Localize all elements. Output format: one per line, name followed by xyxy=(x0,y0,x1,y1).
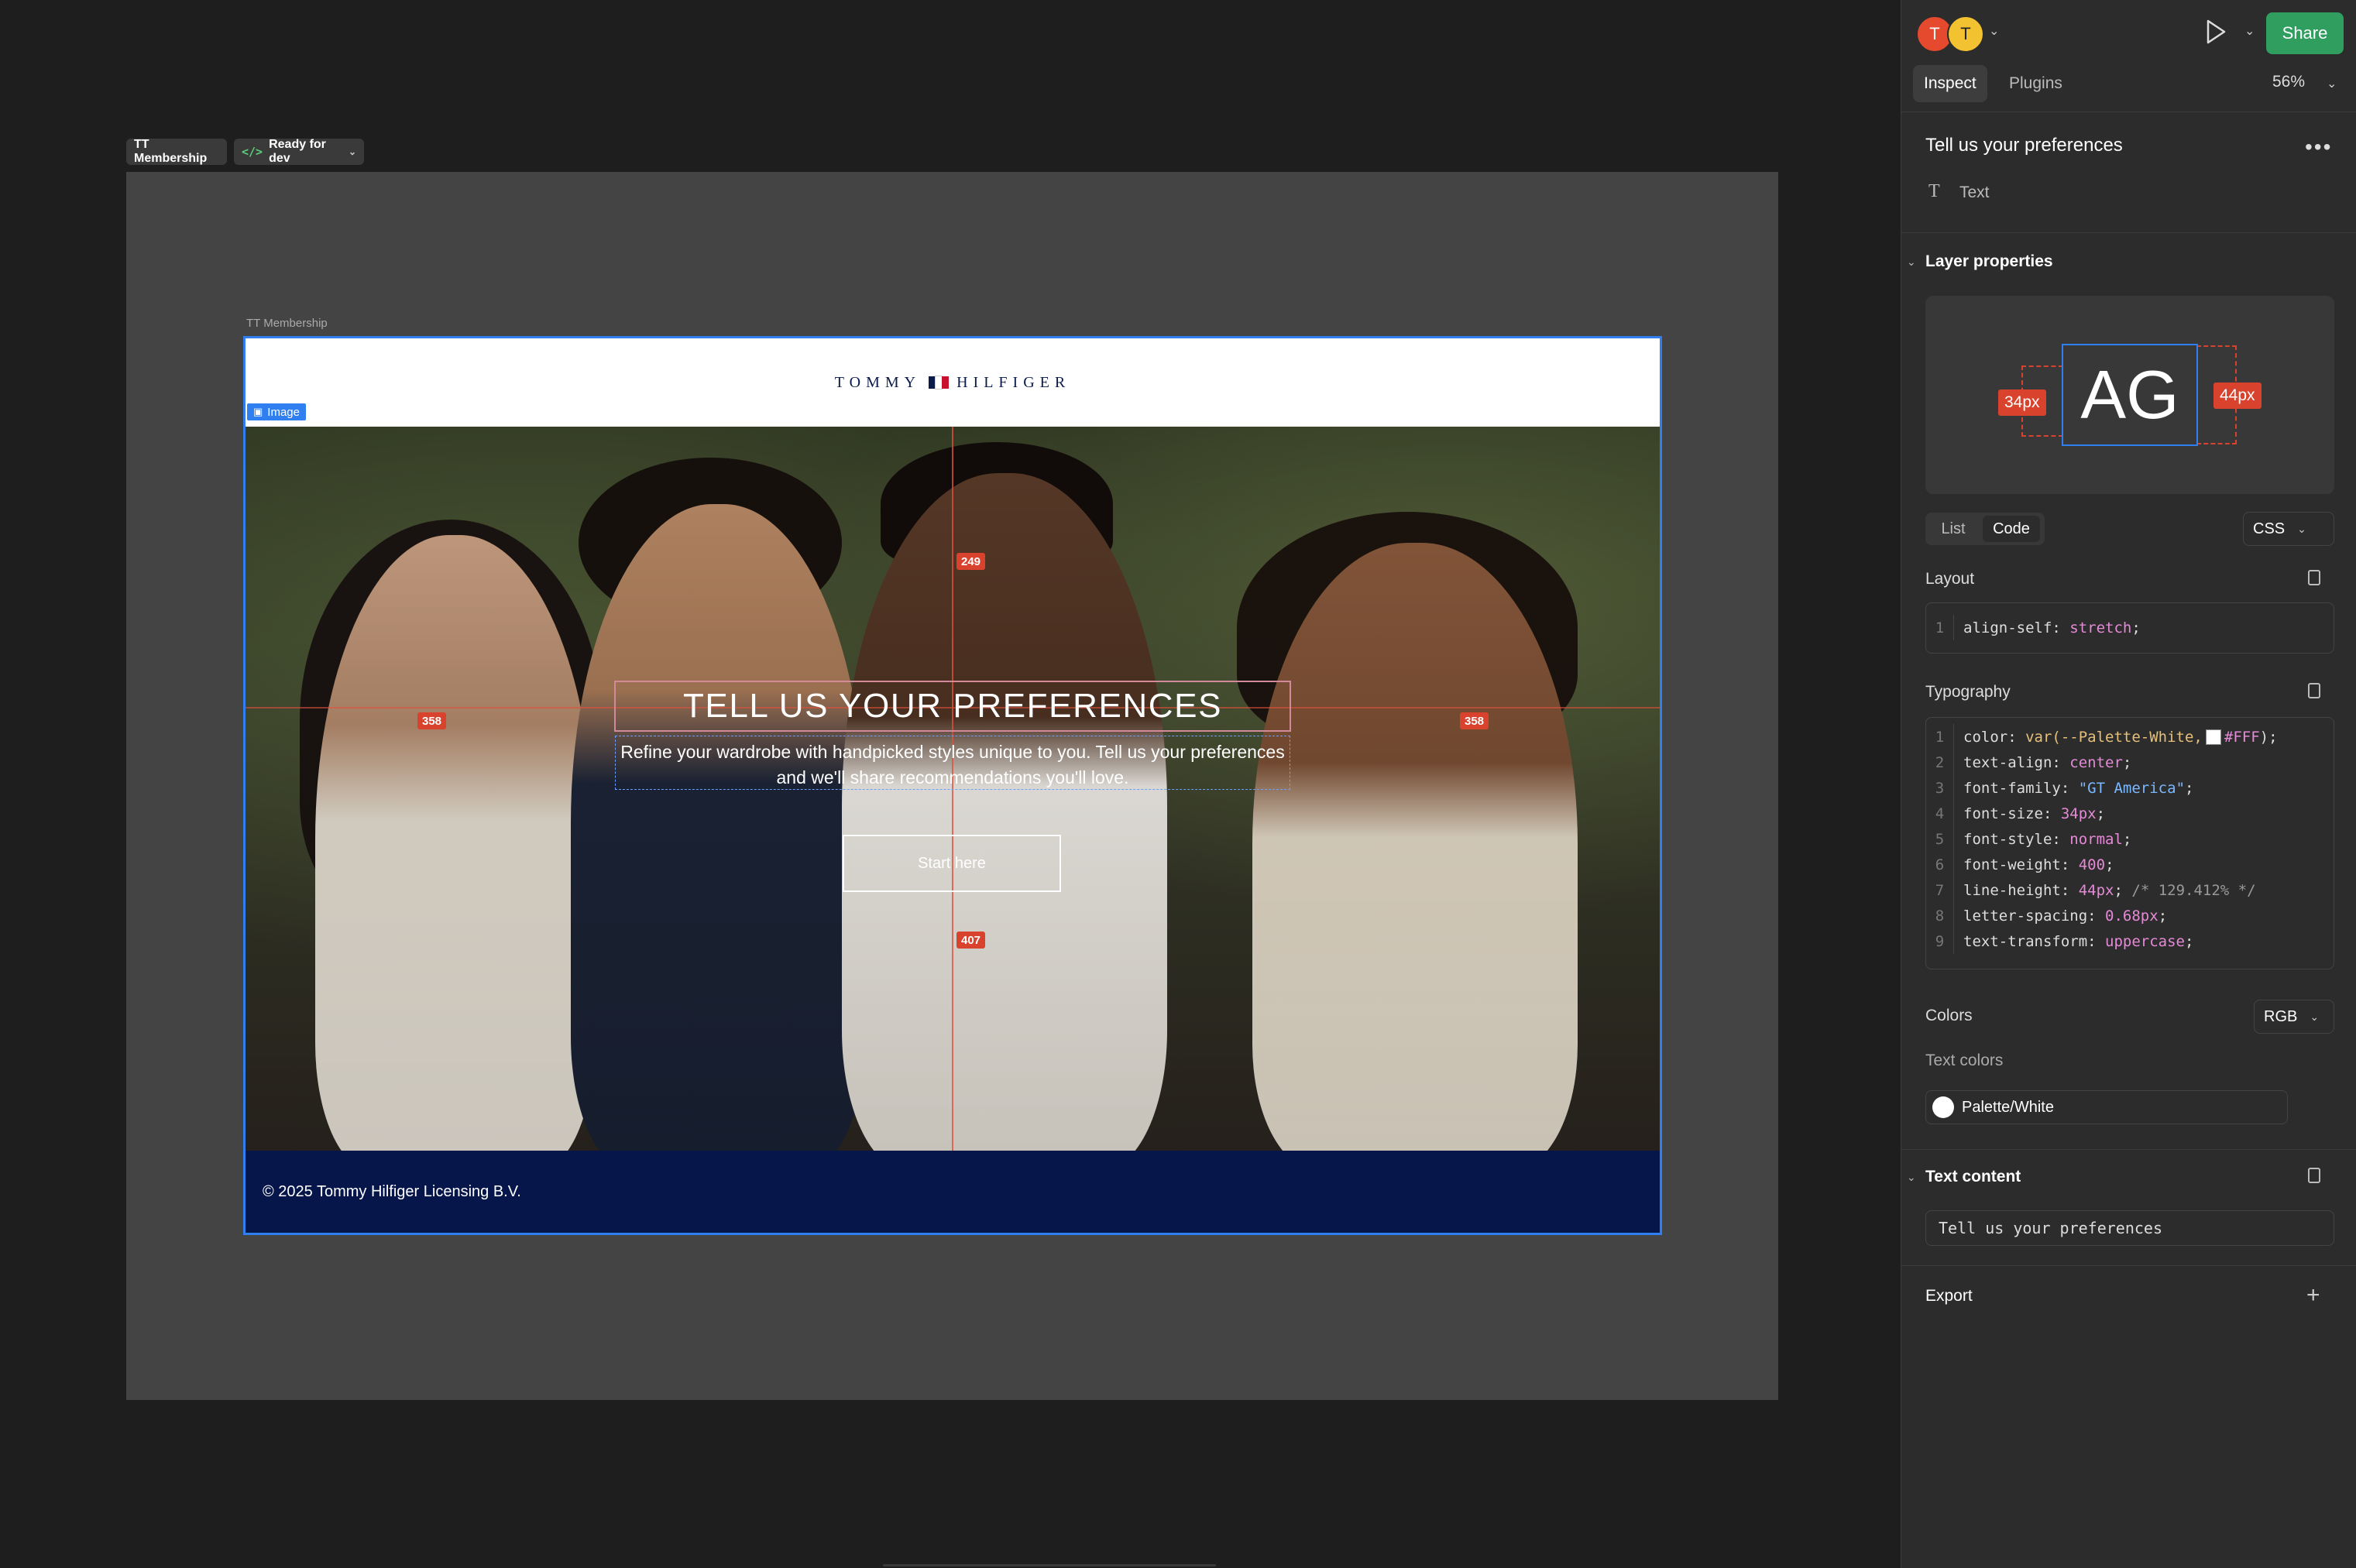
toggle-list[interactable]: List xyxy=(1930,517,1976,540)
zoom-level[interactable]: 56% xyxy=(2272,73,2305,91)
typography-label: Typography xyxy=(1925,683,2011,701)
layout-label: Layout xyxy=(1925,570,1975,588)
more-icon[interactable]: ••• xyxy=(2305,135,2332,160)
plus-icon[interactable]: + xyxy=(2306,1282,2320,1309)
copy-icon[interactable] xyxy=(2308,683,2320,698)
text-colors-label: Text colors xyxy=(1925,1052,2004,1069)
footer-bar: © 2025 Tommy Hilfiger Licensing B.V. xyxy=(246,1151,1660,1233)
code-icon: </> xyxy=(242,145,263,159)
code-line: 1 align-self: stretch; xyxy=(1926,615,2334,640)
color-swatch xyxy=(2205,729,2221,745)
chevron-down-icon[interactable]: ⌄ xyxy=(1907,256,1916,269)
tab-plugins[interactable]: Plugins xyxy=(1998,65,2073,102)
toggle-code[interactable]: Code xyxy=(1983,516,2040,542)
hero-title: Tell us your preferences xyxy=(682,687,1223,725)
text-content-header[interactable]: Text content xyxy=(1925,1168,2021,1186)
colors-label: Colors xyxy=(1925,1007,1973,1024)
chevron-down-icon: ⌄ xyxy=(2310,1010,2320,1023)
language-select[interactable]: CSS ⌄ xyxy=(2243,512,2334,546)
layer-title: Tell us your preferences xyxy=(1925,135,2123,156)
export-header: Export xyxy=(1925,1287,1973,1305)
ready-for-dev-chip[interactable]: </> Ready for dev ⌄ xyxy=(234,138,364,165)
text-content-field[interactable]: Tell us your preferences xyxy=(1925,1210,2334,1246)
text-type-icon: T xyxy=(1928,181,1940,201)
chevron-down-icon[interactable]: ⌄ xyxy=(2244,23,2255,39)
header-bar: TOMMY HILFIGER xyxy=(246,338,1660,427)
chevron-down-icon[interactable]: ⌄ xyxy=(1989,23,1999,39)
frame-label[interactable]: TT Membership xyxy=(246,317,328,330)
design-canvas[interactable]: TT Membership </> Ready for dev ⌄ TT Mem… xyxy=(0,0,1901,1568)
avatar[interactable]: T xyxy=(1947,15,1984,53)
measure-badge-left: 358 xyxy=(417,712,447,729)
measure-badge-right: 358 xyxy=(1460,712,1489,729)
image-icon: ▣ xyxy=(253,406,263,417)
layer-type: Text xyxy=(1959,184,1990,201)
copyright-text: © 2025 Tommy Hilfiger Licensing B.V. xyxy=(263,1182,521,1200)
frame-name-label: TT Membership xyxy=(134,138,208,165)
white-swatch xyxy=(1932,1096,1954,1118)
measure-badge-bottom: 407 xyxy=(956,932,986,949)
brand-logo: TOMMY HILFIGER xyxy=(834,373,1071,391)
chevron-down-icon: ⌄ xyxy=(348,146,356,157)
glyph-preview: AG xyxy=(2062,344,2198,446)
copy-icon[interactable] xyxy=(2308,570,2320,585)
canvas-scrollbar[interactable] xyxy=(883,1564,1216,1566)
copy-icon[interactable] xyxy=(2308,1168,2320,1183)
chevron-down-icon[interactable]: ⌄ xyxy=(2327,76,2337,91)
start-here-button[interactable]: Start here xyxy=(843,835,1061,892)
selected-text-layer[interactable]: Tell us your preferences xyxy=(614,681,1291,732)
hero-image[interactable]: Tell us your preferences Refine your war… xyxy=(246,427,1660,1151)
tab-inspect[interactable]: Inspect xyxy=(1913,65,1987,102)
color-token-chip[interactable]: Palette/White xyxy=(1925,1090,2288,1124)
play-icon[interactable] xyxy=(2204,19,2227,45)
font-size-badge: 34px xyxy=(1998,389,2046,416)
chevron-down-icon[interactable]: ⌄ xyxy=(1907,1171,1916,1184)
layer-properties-header[interactable]: Layer properties xyxy=(1925,252,2053,271)
divider xyxy=(1901,1265,2356,1266)
share-button[interactable]: Share xyxy=(2266,12,2344,54)
color-mode-select[interactable]: RGB ⌄ xyxy=(2254,1000,2334,1034)
divider xyxy=(1901,232,2356,233)
membership-frame[interactable]: TOMMY HILFIGER ▣ Image Tell us your pref… xyxy=(243,336,1662,1235)
image-layer-tag: ▣ Image xyxy=(247,403,306,420)
line-height-badge: 44px xyxy=(2213,383,2262,409)
frame-name-chip[interactable]: TT Membership xyxy=(126,138,227,165)
typography-code[interactable]: 1 color: var(--Palette-White, #FFF); 2 text… xyxy=(1925,717,2334,969)
status-label: Ready for dev xyxy=(269,138,326,165)
measure-badge-top: 249 xyxy=(956,553,986,570)
hero-subtitle[interactable]: Refine your wardrobe with handpicked sty… xyxy=(616,739,1290,791)
chevron-down-icon: ⌄ xyxy=(2297,522,2306,535)
layout-code[interactable]: 1 align-self: stretch; xyxy=(1925,602,2334,654)
divider xyxy=(1901,1149,2356,1150)
flag-icon xyxy=(929,376,950,389)
